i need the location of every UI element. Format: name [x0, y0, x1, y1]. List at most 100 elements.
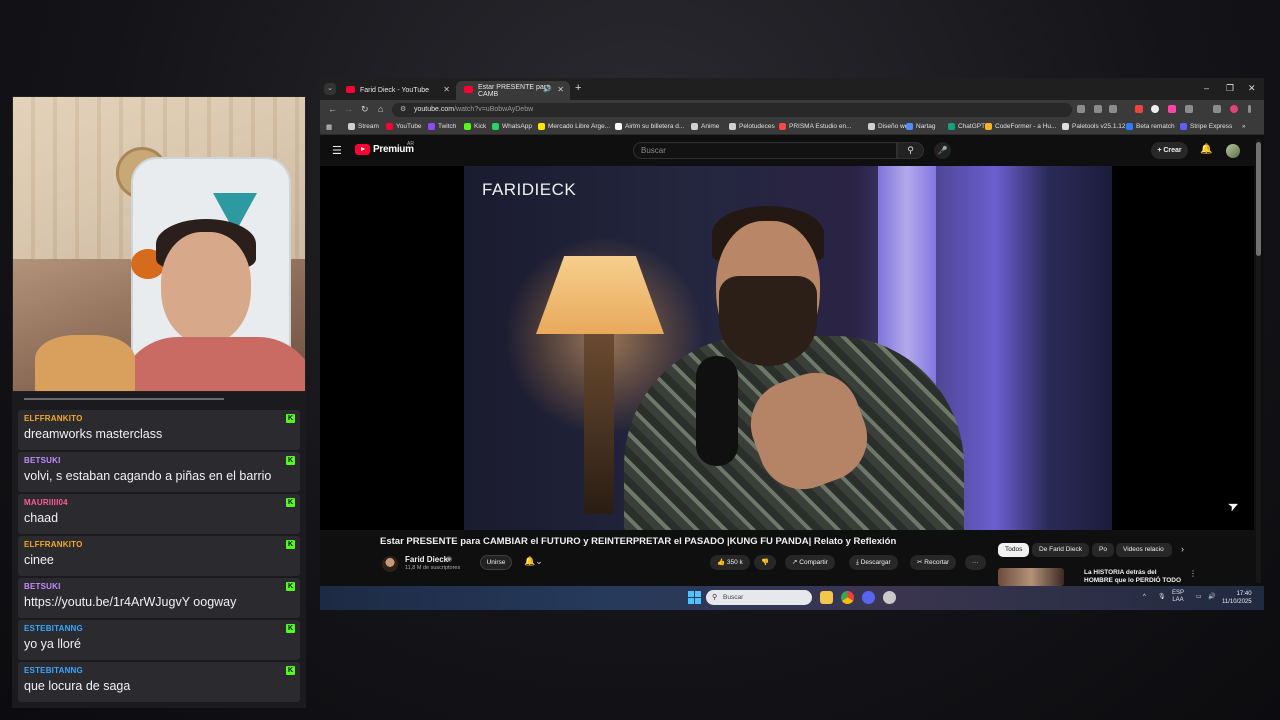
- channel-watermark-icon[interactable]: ➤: [1225, 496, 1242, 515]
- tray-mic-icon[interactable]: 🎙: [1158, 594, 1166, 601]
- download-button[interactable]: ⤓ Descargar: [849, 555, 898, 570]
- join-button[interactable]: Unirse: [480, 555, 512, 570]
- discord-icon[interactable]: [862, 591, 875, 604]
- media-control-icon[interactable]: [1213, 105, 1221, 113]
- close-tab-icon[interactable]: ✕: [443, 85, 450, 94]
- page-scrollbar-thumb[interactable]: [1256, 142, 1261, 256]
- bookmark-item[interactable]: Beta rematch: [1126, 123, 1175, 130]
- recommendation-thumbnail[interactable]: [998, 568, 1064, 586]
- bookmark-item[interactable]: YouTube: [386, 123, 422, 130]
- tab-farid-dieck-youtube[interactable]: Farid Dieck - YouTube ✕: [338, 81, 456, 100]
- microphone-icon[interactable]: 🎤: [934, 142, 951, 159]
- youtube-logo-icon[interactable]: [355, 144, 370, 155]
- close-window-button[interactable]: ✕: [1248, 83, 1256, 94]
- bookmark-favicon-icon: [691, 123, 698, 130]
- bookmark-item[interactable]: Nartag: [906, 123, 936, 130]
- bookmark-star-icon[interactable]: [1109, 105, 1117, 113]
- keyboard-language[interactable]: ESP LAA: [1172, 590, 1184, 604]
- chip-from-channel[interactable]: De Farid Dieck: [1032, 543, 1089, 557]
- recommendation-title[interactable]: La HISTORIA detrás del HOMBRE que lo PER…: [1084, 569, 1184, 585]
- youtube-favicon-icon: [464, 86, 473, 93]
- chat-username: ELFFRANKITO: [24, 414, 83, 423]
- audio-playing-icon[interactable]: 🔊: [543, 85, 552, 93]
- channel-name[interactable]: Farid Dieck: [405, 555, 448, 564]
- bookmark-favicon-icon: [464, 123, 471, 130]
- site-info-icon[interactable]: ⚙: [400, 103, 406, 117]
- bookmark-label: YouTube: [396, 123, 422, 130]
- extension-red-icon[interactable]: [1135, 105, 1143, 113]
- channel-avatar[interactable]: [382, 556, 398, 572]
- bookmark-item[interactable]: Kick: [464, 123, 486, 130]
- stream-chat: ELFFRANKITO dreamworks masterclass K BETSUK…: [12, 392, 306, 708]
- bookmark-item[interactable]: Mercado Libre Arge...: [538, 123, 610, 130]
- video-brand-overlay: FARIDIECK: [482, 180, 577, 199]
- home-icon[interactable]: ⌂: [378, 104, 383, 114]
- bookmarks-overflow-icon[interactable]: »: [1242, 123, 1246, 130]
- chip-related[interactable]: Videos relacio: [1116, 543, 1172, 557]
- bookmark-item[interactable]: Pelotudeces: [729, 123, 775, 130]
- apps-grid-icon[interactable]: ▦: [326, 123, 332, 131]
- chip-all[interactable]: Todos: [998, 543, 1030, 557]
- chat-username: ESTEBITANNG: [24, 666, 83, 675]
- extensions-puzzle-icon[interactable]: [1185, 105, 1193, 113]
- restore-button[interactable]: ❐: [1226, 83, 1234, 94]
- bookmark-item[interactable]: PRISMA Estudio en...: [779, 123, 852, 130]
- dislike-button[interactable]: 👎: [754, 555, 777, 570]
- create-button[interactable]: + Crear: [1151, 142, 1188, 159]
- file-explorer-icon[interactable]: [820, 591, 833, 604]
- bookmark-item[interactable]: WhatsApp: [492, 123, 532, 130]
- like-button[interactable]: 👍 350 k: [710, 555, 750, 570]
- bookmark-item[interactable]: Twitch: [428, 123, 456, 130]
- share-button[interactable]: ↗ Compartir: [785, 555, 835, 570]
- windows-start-icon[interactable]: [688, 591, 701, 604]
- bookmark-item[interactable]: Airtm su billetera d...: [615, 123, 684, 130]
- volume-icon[interactable]: 🔊: [1208, 594, 1215, 601]
- bookmark-item[interactable]: CodeFormer - a Hu...: [985, 123, 1056, 130]
- kick-badge-icon: K: [286, 540, 295, 549]
- chrome-icon[interactable]: [841, 591, 854, 604]
- video-player[interactable]: FARIDIECK ➤: [320, 166, 1254, 530]
- cast-icon[interactable]: [1077, 105, 1085, 113]
- search-input[interactable]: Buscar: [633, 142, 897, 159]
- account-avatar[interactable]: [1226, 144, 1240, 158]
- eye-off-icon[interactable]: [1094, 105, 1102, 113]
- chip-po[interactable]: Po: [1092, 543, 1114, 557]
- bookmark-item[interactable]: Stream: [348, 123, 379, 130]
- chat-message: ESTEBITANNG yo ya lloré K: [18, 620, 300, 660]
- extension-pink-icon[interactable]: [1168, 105, 1176, 113]
- close-tab-icon[interactable]: ✕: [557, 85, 564, 94]
- tab-search-icon[interactable]: ⌄: [324, 83, 336, 95]
- bookmark-label: ChatGPT: [958, 123, 986, 130]
- clip-button[interactable]: ✂ Recortar: [910, 555, 957, 570]
- bookmark-item[interactable]: ChatGPT: [948, 123, 985, 130]
- tray-expand-icon[interactable]: ^: [1143, 594, 1146, 601]
- extension-white-icon[interactable]: [1151, 105, 1159, 113]
- search-icon[interactable]: ⚲: [897, 142, 924, 159]
- youtube-page: ☰ Premium AR Buscar ⚲ 🎤 + Crear 🔔 FARIDI…: [320, 136, 1264, 586]
- clock-time: 17:40: [1236, 591, 1252, 597]
- chat-message: ELFFRANKITO dreamworks masterclass K: [18, 410, 300, 450]
- bookmark-item[interactable]: Anime: [691, 123, 719, 130]
- taskbar-search[interactable]: ⚲ Buscar: [706, 590, 812, 605]
- forward-icon[interactable]: →: [344, 104, 353, 114]
- chevron-right-icon[interactable]: ›: [1181, 544, 1184, 554]
- profile-avatar-icon[interactable]: [1230, 105, 1238, 113]
- browser-menu-icon[interactable]: [1248, 105, 1251, 113]
- app-icon[interactable]: [883, 591, 896, 604]
- chat-message-text: chaad: [24, 511, 59, 525]
- recommendation-menu-icon[interactable]: ⋮: [1189, 569, 1197, 578]
- notifications-bell-icon[interactable]: 🔔: [1200, 144, 1212, 155]
- url-field[interactable]: ⚙ youtube.com/watch?v=uBobwAyDebw: [392, 103, 1072, 117]
- menu-icon[interactable]: ☰: [332, 144, 342, 157]
- system-clock[interactable]: 17:40 11/10/2025: [1222, 590, 1252, 606]
- reload-icon[interactable]: ↻: [361, 104, 369, 115]
- bookmark-item[interactable]: Paletools v25.1.12: [1062, 123, 1125, 130]
- subscription-bell-icon[interactable]: 🔔⌄: [524, 556, 543, 567]
- back-icon[interactable]: ←: [328, 104, 337, 114]
- new-tab-button[interactable]: +: [575, 82, 581, 94]
- minimize-button[interactable]: –: [1204, 83, 1209, 93]
- more-actions-button[interactable]: ···: [965, 555, 986, 570]
- network-icon[interactable]: ▭: [1196, 594, 1202, 601]
- tab-estar-presente[interactable]: Estar PRESENTE para CAMB 🔊 ✕: [456, 81, 570, 100]
- bookmark-item[interactable]: Stripe Express: [1180, 123, 1232, 130]
